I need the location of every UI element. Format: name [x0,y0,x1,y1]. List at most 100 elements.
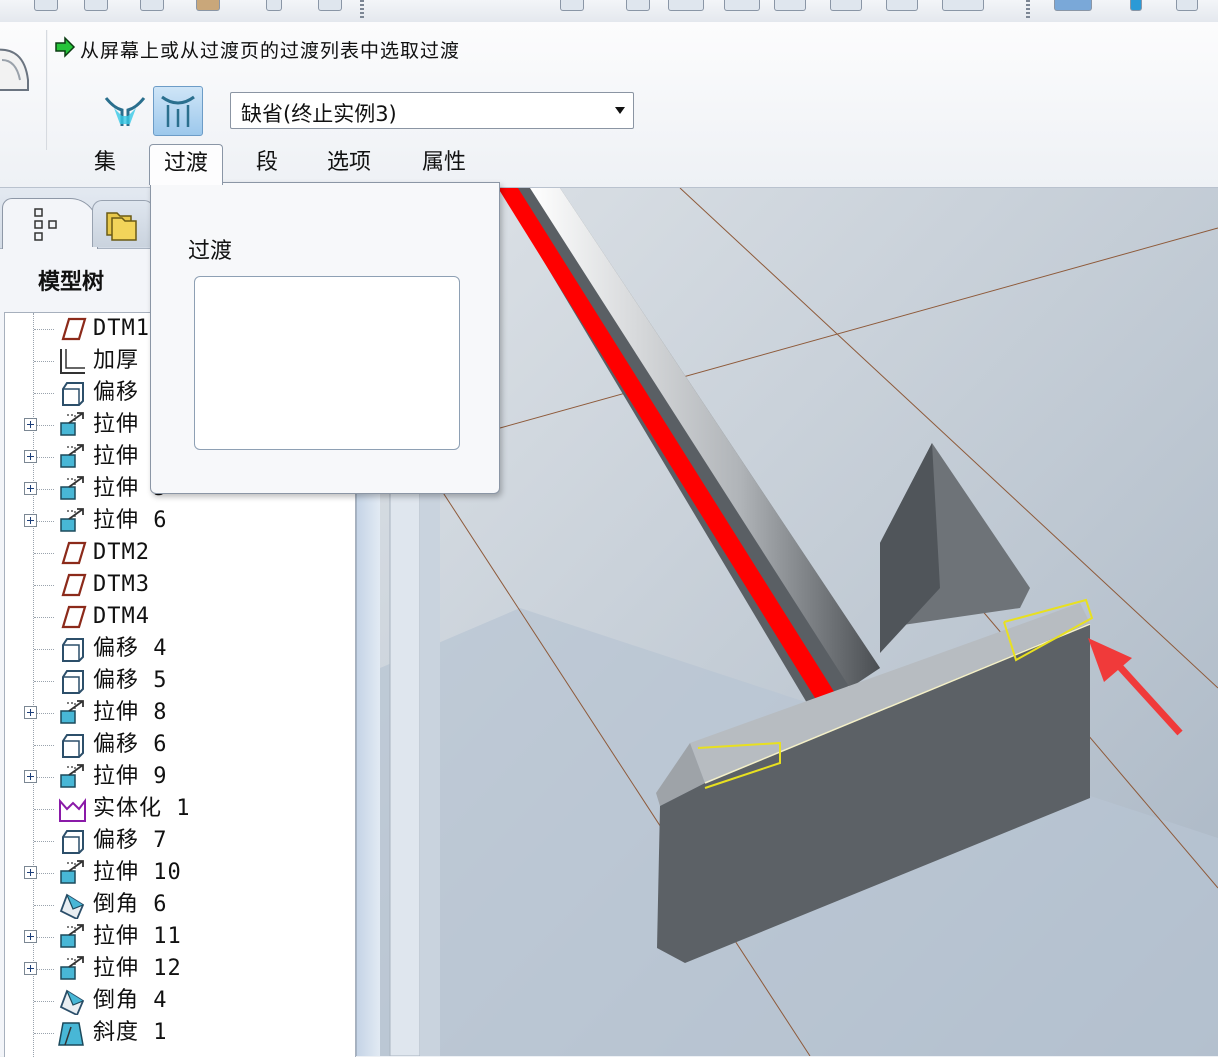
transition-mode-button[interactable] [153,86,203,136]
offset-icon [62,382,84,406]
toolbar-button[interactable] [724,0,760,11]
extrude-icon [60,764,84,788]
chamfer-icon [59,989,85,1015]
model-tree-title: 模型树 [38,270,105,295]
tab-folder-browser[interactable] [92,200,154,247]
expand-plus-icon[interactable] [24,514,37,527]
transition-type-select[interactable]: 缺省(终止实例3) [230,92,634,129]
toolbar-button[interactable] [84,0,108,11]
tree-item-label: 偏移 [93,380,140,405]
round-set-icon [104,97,146,126]
toolbar-button[interactable] [1176,0,1198,11]
tab-segments[interactable]: 段 [244,144,290,182]
folder-icon [106,212,137,241]
expand-plus-icon[interactable] [24,930,37,943]
tree-item[interactable]: 倒角 6 [5,889,355,921]
offset-icon [62,734,84,758]
tree-connector [34,1001,54,1002]
extrude-icon [60,412,84,436]
expand-plus-icon[interactable] [24,482,37,495]
tree-connector [34,521,54,522]
expand-plus-icon[interactable] [24,450,37,463]
tree-connector [34,489,54,490]
tree-connector [34,1033,54,1034]
toolbar-separator [1026,0,1030,18]
tree-connector [34,553,54,554]
tree-connector [34,745,54,746]
offset-icon [62,670,84,694]
tree-item[interactable]: 偏移 4 [5,633,355,665]
tree-item[interactable]: 拉伸 11 [5,921,355,953]
toolbar-button[interactable] [1130,0,1142,11]
tree-item-label: 加厚 [93,348,140,373]
model-view[interactable] [380,188,1218,1056]
tree-item[interactable]: 斜度 1 [5,1017,355,1049]
tree-connector [34,617,54,618]
tree-item-label: 拉伸 10 [93,860,182,885]
transitions-list[interactable] [194,276,460,450]
tree-item-label: 拉伸 9 [93,764,168,789]
tree-connector [34,361,54,362]
tab-properties[interactable]: 属性 [408,144,480,182]
toolbar-button[interactable] [560,0,584,11]
transition-type-value: 缺省(终止实例3) [241,102,397,126]
tree-item[interactable]: 拉伸 9 [5,761,355,793]
toolbar-button[interactable] [774,0,806,11]
expand-plus-icon[interactable] [24,706,37,719]
tab-model-tree[interactable] [2,198,98,249]
tab-transitions[interactable]: 过渡 [149,144,223,185]
expand-plus-icon[interactable] [24,418,37,431]
transitions-panel-title: 过渡 [188,239,233,264]
expand-plus-icon[interactable] [24,770,37,783]
tab-sets[interactable]: 集 [80,144,130,182]
tree-connector [34,937,54,938]
thicken-icon [60,349,85,374]
tree-connector [34,969,54,970]
graphics-viewport[interactable] [380,188,1218,1056]
tree-item[interactable]: 偏移 7 [5,825,355,857]
tree-item-label: 偏移 5 [93,668,168,693]
tree-connector [34,393,54,394]
toolbar-button[interactable] [830,0,862,11]
tree-item[interactable]: DTM2 [5,537,355,569]
toolbar-button[interactable] [140,0,164,11]
dashboard-divider [46,30,48,150]
toolbar-button[interactable] [318,0,342,11]
tree-item[interactable]: DTM4 [5,601,355,633]
tree-item-label: DTM4 [93,604,150,629]
tree-item[interactable]: DTM3 [5,569,355,601]
toolbar-strip [0,0,1218,23]
toolbar-button[interactable] [1054,0,1092,11]
tree-item[interactable]: 偏移 6 [5,729,355,761]
tree-item[interactable]: 倒角 4 [5,985,355,1017]
tree-item[interactable]: 拉伸 10 [5,857,355,889]
toolbar-button[interactable] [942,0,984,11]
tree-item[interactable]: 实体化 1 [5,793,355,825]
tree-item[interactable]: 拉伸 6 [5,505,355,537]
toolbar-button[interactable] [266,0,282,11]
round-dashboard: 从屏幕上或从过渡页的过渡列表中选取过渡 缺省(终止实例3) 集 过渡 段 选项 … [0,22,1218,188]
panel-splitter[interactable] [356,438,381,1056]
datum-plane-icon [61,317,87,341]
expand-plus-icon[interactable] [24,866,37,879]
toolbar-button[interactable] [196,0,220,11]
toolbar-button[interactable] [626,0,650,11]
tree-item[interactable]: 拉伸 8 [5,697,355,729]
tree-item-label: 拉伸 12 [93,956,182,981]
offset-icon [62,830,84,854]
tree-connector [34,809,54,810]
toolbar-button[interactable] [668,0,704,11]
datum-plane-icon [61,605,87,629]
tree-item[interactable]: 偏移 5 [5,665,355,697]
extrude-icon [60,860,84,884]
toolbar-button[interactable] [886,0,918,11]
tree-connector [34,873,54,874]
chevron-down-icon[interactable] [615,107,625,114]
tab-options[interactable]: 选项 [312,144,386,182]
tree-connector [34,585,54,586]
toolbar-button[interactable] [34,0,58,11]
expand-plus-icon[interactable] [24,962,37,975]
extrude-icon [60,700,84,724]
tree-item[interactable]: 拉伸 12 [5,953,355,985]
set-mode-button[interactable] [100,86,150,136]
